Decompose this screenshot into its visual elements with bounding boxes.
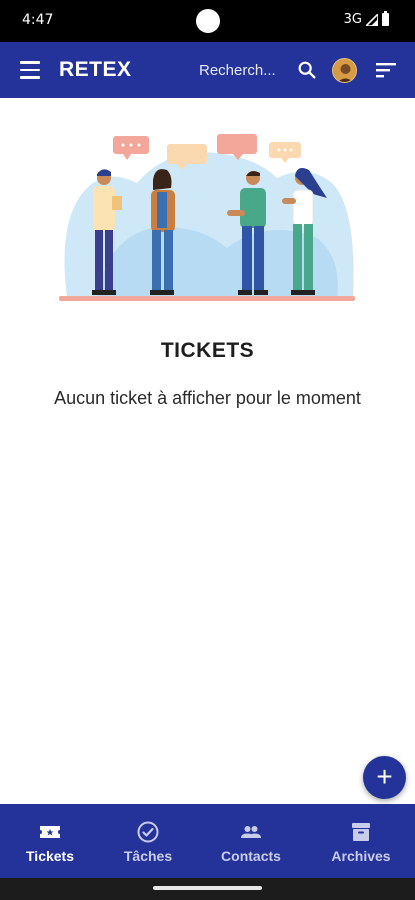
nav-item-contacts[interactable]: Contacts: [201, 804, 301, 878]
avatar-image: [333, 59, 356, 82]
signal-icon: [366, 13, 378, 26]
nav-item-archives[interactable]: Archives: [311, 804, 411, 878]
status-bar: 4:47 3G: [0, 0, 415, 42]
plus-icon: +: [376, 761, 393, 792]
empty-state-message: Aucun ticket à afficher pour le moment: [54, 388, 361, 408]
home-gesture-handle[interactable]: [153, 886, 262, 890]
page-title: TICKETS: [160, 339, 255, 362]
check-circle-icon: [137, 821, 159, 843]
camera-cutout: [196, 9, 220, 33]
avatar[interactable]: [332, 58, 357, 83]
battery-icon: [382, 11, 389, 26]
ticket-icon: [40, 826, 60, 838]
sort-icon[interactable]: [376, 61, 396, 79]
nav-item-taches[interactable]: Tâches: [98, 804, 198, 878]
nav-label-archives: Archives: [331, 848, 391, 864]
gesture-bar: [0, 878, 415, 900]
app-bar: RETEX Recherch...: [0, 42, 415, 98]
network-type: 3G: [343, 12, 362, 27]
menu-icon[interactable]: [20, 61, 40, 79]
bottom-navigation: Tickets Tâches Contacts Archives: [0, 804, 415, 878]
search-input[interactable]: Recherch...: [199, 62, 276, 79]
people-icon: [241, 826, 261, 838]
search-icon[interactable]: [296, 59, 318, 81]
app-title: RETEX: [59, 58, 132, 81]
main-content: TICKETS Aucun ticket à afficher pour le …: [0, 98, 415, 804]
status-time: 4:47: [22, 12, 54, 28]
archive-icon: [352, 823, 370, 841]
nav-label-taches: Tâches: [123, 848, 173, 864]
people-discussion-illustration: [59, 134, 355, 301]
nav-label-contacts: Contacts: [221, 848, 281, 864]
nav-label-tickets: Tickets: [26, 848, 74, 864]
add-ticket-button[interactable]: +: [363, 756, 406, 799]
nav-item-tickets[interactable]: Tickets: [0, 804, 100, 878]
status-indicators: 3G: [343, 11, 389, 27]
